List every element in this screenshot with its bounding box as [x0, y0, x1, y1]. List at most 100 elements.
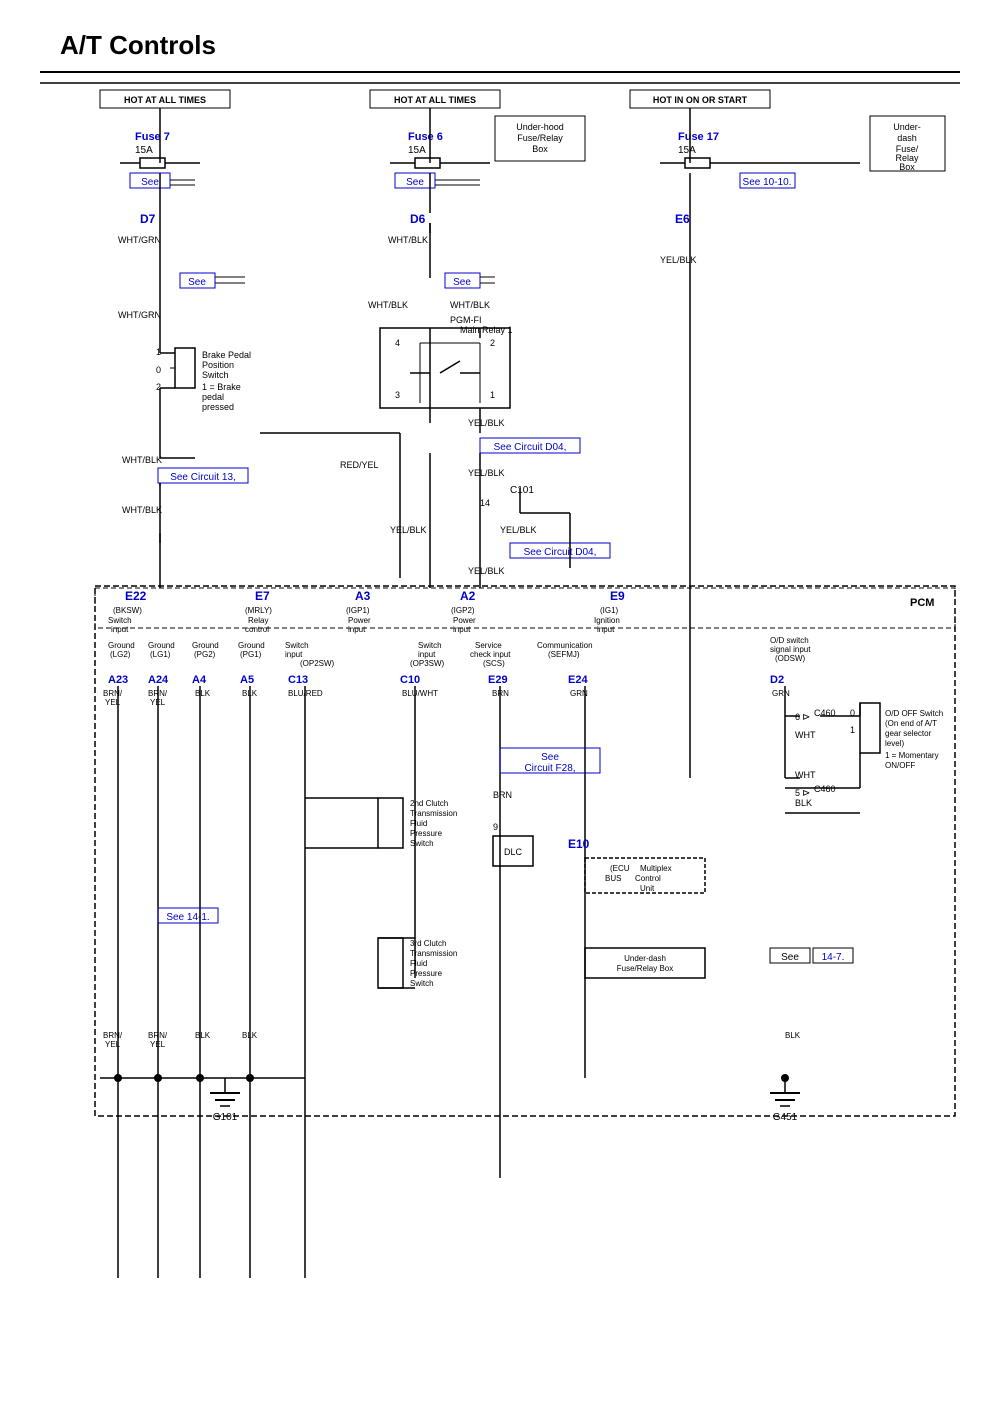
clutch2-label5: Switch: [410, 839, 434, 848]
e9-func2: input: [597, 625, 615, 634]
a23-label: A23: [108, 674, 128, 686]
wht-label1: WHT: [795, 730, 816, 740]
pcm-label: PCM: [910, 597, 934, 609]
wiring-diagram: HOT AT ALL TIMES HOT AT ALL TIMES HOT IN…: [40, 78, 960, 1378]
od-term1: 1: [850, 725, 855, 735]
a3-label: A3: [355, 589, 371, 603]
bottom-wire4: BLK: [242, 1031, 258, 1040]
gnd-lg2-sub: (LG2): [110, 650, 131, 659]
e9-func1: Ignition: [594, 616, 620, 625]
circuitF28-link[interactable]: See: [541, 752, 559, 763]
comm-sub: (SEFMJ): [548, 650, 580, 659]
fuse6-see-link[interactable]: See: [406, 177, 424, 188]
od-switch-box-label6: ON/OFF: [885, 761, 915, 770]
sw-input1: Switch: [285, 641, 309, 650]
e7-sub: (MRLY): [245, 606, 272, 615]
e9-label: E9: [610, 589, 625, 603]
d2-wire: GRN: [772, 689, 790, 698]
g451-label: G451: [773, 1112, 798, 1123]
underhood-box-label: Under-hood: [516, 122, 564, 132]
svg-text:⊳: ⊳: [802, 712, 810, 723]
od-switch-box-label5: 1 = Momentary: [885, 751, 939, 760]
c13-label: C13: [288, 674, 308, 686]
a3-func1: Power: [348, 616, 371, 625]
relay-term1: 1: [490, 390, 495, 400]
see14-7-see: See: [781, 952, 799, 963]
pgmfi-label1: PGM-FI: [450, 315, 482, 325]
see14-7-link[interactable]: 14-7.: [822, 952, 845, 963]
c10-label: C10: [400, 674, 420, 686]
od-switch-sub2: (ODSW): [775, 654, 806, 663]
diagram-container: HOT AT ALL TIMES HOT AT ALL TIMES HOT IN…: [40, 71, 960, 1381]
circuit13-link[interactable]: See Circuit 13,: [170, 472, 236, 483]
clutch2-label1: 2nd Clutch: [410, 799, 448, 808]
d2-label: D2: [770, 674, 784, 686]
gnd-pg2-sub: (PG2): [194, 650, 216, 659]
fuse7-rating: 15A: [135, 145, 153, 156]
od-switch-label: O/D switch: [770, 636, 809, 645]
e22-label: E22: [125, 589, 147, 603]
brake-switch-label4: 1 = Brake: [202, 382, 241, 392]
yelblk-label4: YEL/BLK: [390, 525, 427, 535]
d7-see-link[interactable]: See: [188, 277, 206, 288]
gnd-pg1: Ground: [238, 641, 265, 650]
whtgrn-label1: WHT/GRN: [118, 235, 161, 245]
see14-1-link[interactable]: See 14-1.: [166, 912, 209, 923]
e7-func2: control: [245, 625, 269, 634]
whtblk-label5: WHT/BLK: [122, 505, 162, 515]
svg-text:dash: dash: [897, 133, 917, 143]
circuitF28-link2[interactable]: Circuit F28,: [524, 763, 575, 774]
od-switch-box-label3: gear selector: [885, 729, 932, 738]
bottom-wire1b: YEL: [105, 1040, 121, 1049]
gnd-pg2: Ground: [192, 641, 219, 650]
g101-label: G101: [213, 1112, 238, 1123]
brake-switch-label6: pressed: [202, 402, 234, 412]
od-switch-box-label2: (On end of A/T: [885, 719, 937, 728]
pgmfi-label2: Main Relay 1: [460, 325, 513, 335]
circuitD04-link2[interactable]: See Circuit D04,: [524, 547, 597, 558]
c460-label2: C460: [814, 784, 836, 794]
clutch2-label4: Pressure: [410, 829, 443, 838]
sw-input1-sub: input: [285, 650, 303, 659]
svc-check-sub2: (SCS): [483, 659, 505, 668]
circuitD04-link1[interactable]: See Circuit D04,: [494, 442, 567, 453]
c460-num1: 6: [795, 712, 800, 722]
brn-label1: BRN: [493, 790, 512, 800]
sw-input1-sub2: (OP2SW): [300, 659, 335, 668]
clutch3-label1: 3rd Clutch: [410, 939, 446, 948]
a3-sub: (IGP1): [346, 606, 370, 615]
bottom-wire2: BRN/: [148, 1031, 168, 1040]
ecu-bus-label: (ECU: [610, 864, 630, 873]
yelblk-label6: YEL/BLK: [468, 566, 505, 576]
whtgrn-label2: WHT/GRN: [118, 310, 161, 320]
fuse17-see-link[interactable]: See 10-10.: [743, 177, 792, 188]
fuse7-see-link[interactable]: See: [141, 177, 159, 188]
a23-wire: BRN/: [103, 689, 123, 698]
clutch3-label2: Transmission: [410, 949, 457, 958]
e22-func1: Switch: [108, 616, 132, 625]
fuse17-label: Fuse 17: [678, 131, 719, 143]
blk-label-od: BLK: [795, 798, 812, 808]
fuse6-label: Fuse 6: [408, 131, 443, 143]
whtblk-label4: WHT/BLK: [122, 455, 162, 465]
whtblk-label3: WHT/BLK: [450, 300, 490, 310]
brake-switch-label3: Switch: [202, 370, 229, 380]
d6-see-link[interactable]: See: [453, 277, 471, 288]
yelblk-label1: YEL/BLK: [660, 255, 697, 265]
relay-term3: 3: [395, 390, 400, 400]
e22-func2: input: [111, 625, 129, 634]
e10-label: E10: [568, 837, 590, 851]
redyel-label: RED/YEL: [340, 460, 379, 470]
od-term0: 0: [850, 708, 855, 718]
brake-switch-label5: pedal: [202, 392, 224, 402]
underdash2-label1: Under-dash: [624, 954, 666, 963]
unit-label: Unit: [640, 884, 655, 893]
hot-label-3: HOT IN ON OR START: [653, 95, 748, 105]
od-switch-box-label4: level): [885, 739, 904, 748]
d6-label: D6: [410, 212, 426, 226]
page-title: A/T Controls: [0, 0, 1000, 71]
a4-wire: BLK: [195, 689, 211, 698]
gnd-lg1: Ground: [148, 641, 175, 650]
bus-label: Multiplex: [640, 864, 672, 873]
dlc-label: DLC: [504, 847, 523, 857]
